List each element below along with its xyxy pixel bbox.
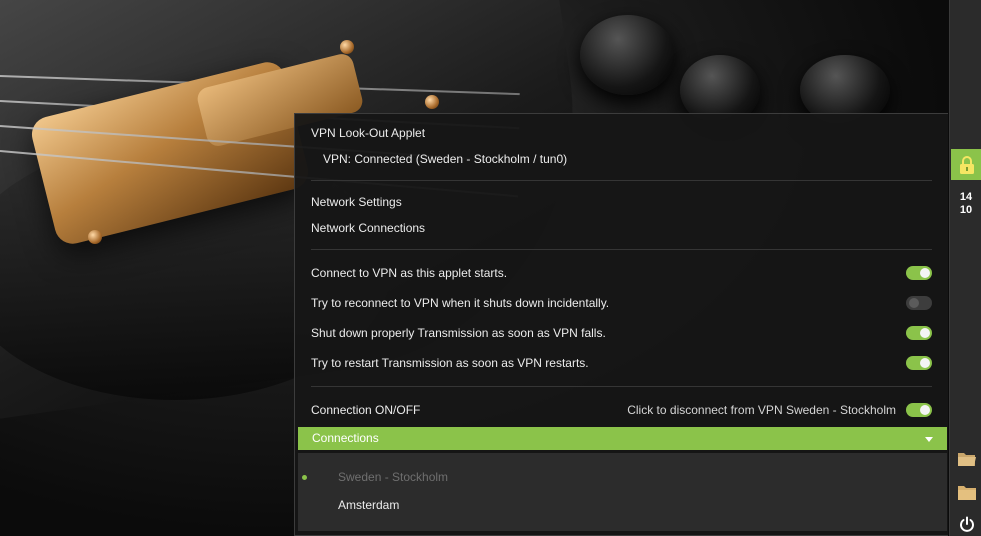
guitar-screw [425, 95, 439, 109]
network-settings-item[interactable]: Network Settings [311, 195, 402, 209]
option-connect-on-start-label[interactable]: Connect to VPN as this applet starts. [311, 266, 507, 280]
vpn-applet-menu: VPN Look-Out Applet VPN: Connected (Swed… [294, 113, 948, 536]
folder-icon[interactable] [957, 482, 977, 502]
clock-hour: 14 [959, 191, 973, 203]
option-reconnect-toggle[interactable] [906, 296, 932, 310]
connection-onoff-hint[interactable]: Click to disconnect from VPN Sweden - St… [627, 403, 896, 417]
option-restart-transmission-label[interactable]: Try to restart Transmission as soon as V… [311, 356, 589, 370]
menu-title: VPN Look-Out Applet [311, 126, 426, 140]
connections-submenu-label: Connections [312, 431, 379, 445]
connections-submenu-header[interactable]: Connections [298, 427, 947, 450]
option-shutdown-transmission-label[interactable]: Shut down properly Transmission as soon … [311, 326, 606, 340]
active-connection-dot [302, 475, 307, 480]
power-icon[interactable] [957, 514, 977, 534]
connection-item-sweden-stockholm[interactable]: Sweden - Stockholm [338, 470, 448, 484]
guitar-screw [88, 230, 102, 244]
guitar-screw [340, 40, 354, 54]
connection-item-amsterdam[interactable]: Amsterdam [338, 498, 399, 512]
clock[interactable]: 14 10 [950, 191, 981, 217]
connections-list: Sweden - Stockholm Amsterdam [298, 453, 947, 531]
side-panel: 14 10 [949, 0, 981, 536]
menu-separator [311, 180, 932, 181]
option-connect-on-start-toggle[interactable] [906, 266, 932, 280]
menu-separator [311, 249, 932, 250]
clock-minute: 10 [959, 204, 973, 216]
chevron-down-icon [925, 437, 933, 442]
menu-separator [311, 386, 932, 387]
option-restart-transmission-toggle[interactable] [906, 356, 932, 370]
folder-open-icon[interactable] [957, 449, 977, 469]
option-reconnect-label[interactable]: Try to reconnect to VPN when it shuts do… [311, 296, 609, 310]
connection-onoff-toggle[interactable] [906, 403, 932, 417]
connection-onoff-label[interactable]: Connection ON/OFF [311, 403, 420, 417]
network-connections-item[interactable]: Network Connections [311, 221, 425, 235]
vpn-status: VPN: Connected (Sweden - Stockholm / tun… [323, 152, 568, 166]
vpn-lock-icon [959, 155, 974, 174]
guitar-knob [580, 15, 675, 95]
option-shutdown-transmission-toggle[interactable] [906, 326, 932, 340]
vpn-applet-button[interactable] [951, 149, 981, 180]
